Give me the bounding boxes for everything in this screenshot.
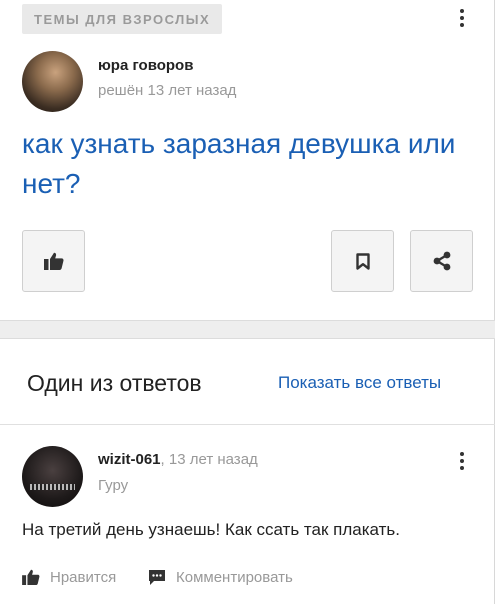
answer-like-button[interactable]: Нравится [22,567,116,587]
answer-comment-label: Комментировать [176,568,293,586]
like-question-button[interactable] [22,230,85,292]
bookmark-button[interactable] [331,230,394,292]
question-author-avatar[interactable] [22,51,83,112]
answers-divider [0,424,495,425]
question-status: решён 13 лет назад [98,82,237,99]
answer-more-icon[interactable] [452,449,472,473]
thumbs-up-icon [43,252,64,270]
question-author-name[interactable]: юра говоров [98,57,193,74]
share-icon [433,251,450,271]
question-title: как узнать заразная девушка или нет? [22,128,456,199]
comment-icon [149,569,165,585]
answer-author-avatar[interactable] [22,446,83,507]
thumbs-up-icon [22,569,40,585]
section-divider [0,320,495,339]
answer-time: , 13 лет назад [160,451,258,468]
bookmark-icon [355,252,370,270]
answer-author-rank: Гуру [98,477,129,494]
question-more-icon[interactable] [452,6,472,30]
share-button[interactable] [410,230,473,292]
answer-comment-button[interactable]: Комментировать [148,567,293,587]
answer-author-line: wizit-061, 13 лет назад [98,451,258,468]
answer-text: На третий день узнаешь! Как ссать так пл… [22,520,400,539]
show-all-answers-link[interactable]: Показать все ответы [278,373,441,393]
answer-author-name[interactable]: wizit-061 [98,451,161,468]
answers-heading: Один из ответов [27,370,202,396]
category-tag[interactable]: ТЕМЫ ДЛЯ ВЗРОСЛЫХ [22,4,223,34]
answer-like-label: Нравится [50,568,117,586]
